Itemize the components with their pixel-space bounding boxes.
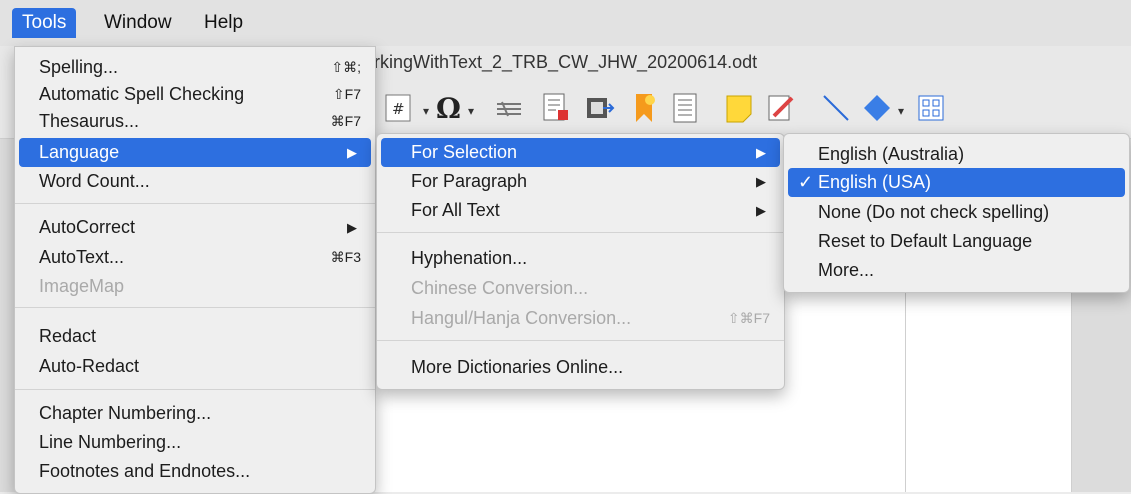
menu-item-for-all-text[interactable]: For All Text ▶: [381, 196, 780, 225]
menu-item-language[interactable]: Language ▶: [19, 138, 371, 167]
menu-item-label: More Dictionaries Online...: [411, 357, 624, 377]
menubar-tools[interactable]: Tools: [12, 8, 77, 38]
chevron-down-icon[interactable]: ▾: [468, 104, 474, 118]
menu-item-label: Line Numbering...: [39, 432, 182, 452]
menu-item-english-australia[interactable]: English (Australia): [788, 140, 1125, 169]
menu-item-english-usa[interactable]: ✓ English (USA): [788, 168, 1125, 197]
menu-item-label: None (Do not check spelling): [818, 202, 1050, 222]
menu-item-label: Thesaurus...: [39, 111, 140, 131]
menubar-help[interactable]: Help: [194, 8, 253, 38]
shortcut-label: ⇧⌘F7: [727, 310, 770, 326]
menu-item-auto-redact[interactable]: Auto-Redact: [19, 352, 371, 381]
menu-item-label: Word Count...: [39, 171, 150, 191]
document-title: rkingWithText_2_TRB_CW_JHW_20200614.odt: [374, 52, 758, 72]
menubar-window[interactable]: Window: [94, 8, 182, 38]
menu-item-automatic-spell-checking[interactable]: Automatic Spell Checking ⇧F7: [19, 80, 371, 109]
note-icon[interactable]: [724, 92, 754, 124]
menu-item-chapter-numbering[interactable]: Chapter Numbering...: [19, 399, 371, 428]
submenu-arrow-icon: ▶: [756, 174, 766, 189]
menu-separator: [15, 307, 375, 308]
for-selection-submenu: English (Australia) ✓ English (USA) None…: [783, 133, 1130, 293]
menu-item-hyphenation[interactable]: Hyphenation...: [381, 244, 780, 273]
menu-item-label: Auto-Redact: [39, 356, 140, 376]
menu-item-label: Spelling...: [39, 57, 119, 77]
menu-item-line-numbering[interactable]: Line Numbering...: [19, 428, 371, 457]
menu-item-chinese-conversion: Chinese Conversion...: [381, 274, 780, 303]
menu-item-reset-default-language[interactable]: Reset to Default Language: [788, 227, 1125, 256]
menu-item-label: AutoText...: [39, 247, 125, 267]
menu-item-autotext[interactable]: AutoText... ⌘F3: [19, 243, 371, 272]
menu-item-label: Redact: [39, 326, 97, 346]
wrap-icon[interactable]: [494, 92, 524, 124]
menu-item-autocorrect[interactable]: AutoCorrect ▶: [19, 213, 371, 242]
menu-item-for-paragraph[interactable]: For Paragraph ▶: [381, 167, 780, 196]
svg-text:Ω: Ω: [436, 92, 461, 124]
chevron-down-icon[interactable]: ▾: [898, 104, 904, 118]
submenu-arrow-icon: ▶: [347, 145, 357, 160]
menu-item-label: For Paragraph: [411, 171, 528, 191]
shortcut-label: ⌘F7: [330, 113, 361, 129]
tools-menu: Spelling... ⇧⌘; Automatic Spell Checking…: [14, 46, 376, 494]
export-icon[interactable]: [585, 92, 615, 124]
menu-item-label: Chinese Conversion...: [411, 278, 589, 298]
menu-item-label: Chapter Numbering...: [39, 403, 212, 423]
menu-item-spelling[interactable]: Spelling... ⇧⌘;: [19, 53, 371, 82]
submenu-arrow-icon: ▶: [756, 203, 766, 218]
menu-item-imagemap: ImageMap: [19, 272, 371, 301]
line-icon[interactable]: [820, 92, 850, 124]
menu-item-more[interactable]: More...: [788, 256, 1125, 285]
menu-item-label: Hangul/Hanja Conversion...: [411, 308, 632, 328]
shortcut-label: ⇧F7: [332, 86, 361, 102]
diamond-icon[interactable]: [862, 92, 892, 124]
chevron-down-icon[interactable]: ▾: [423, 104, 429, 118]
shortcut-label: ⌘F3: [330, 249, 361, 265]
checkmark-icon: ✓: [798, 172, 814, 192]
menu-item-label: AutoCorrect: [39, 217, 136, 237]
menu-item-word-count[interactable]: Word Count...: [19, 167, 371, 196]
menu-item-thesaurus[interactable]: Thesaurus... ⌘F7: [19, 107, 371, 136]
list-icon[interactable]: [670, 92, 700, 124]
language-submenu: For Selection ▶ For Paragraph ▶ For All …: [376, 133, 785, 390]
menu-item-for-selection[interactable]: For Selection ▶: [381, 138, 780, 167]
menu-item-label: For All Text: [411, 200, 500, 220]
hash-icon[interactable]: #: [383, 92, 413, 124]
submenu-arrow-icon: ▶: [347, 220, 357, 235]
menu-item-label: Footnotes and Endnotes...: [39, 461, 251, 481]
bookmark-icon[interactable]: [630, 92, 660, 124]
menu-item-hangul-hanja-conversion: Hangul/Hanja Conversion... ⇧⌘F7: [381, 304, 780, 333]
omega-icon[interactable]: Ω: [434, 92, 464, 125]
menu-item-label: More...: [818, 260, 875, 280]
menu-item-label: Language: [39, 142, 120, 162]
menu-item-label: For Selection: [411, 142, 518, 162]
menu-item-redact[interactable]: Redact: [19, 322, 371, 351]
menu-item-label: ImageMap: [39, 276, 125, 296]
menu-separator: [15, 389, 375, 390]
menu-bar: Tools Window Help: [0, 0, 1131, 47]
insert-doc-icon[interactable]: [540, 92, 570, 124]
menu-item-label: English (USA): [818, 172, 932, 192]
edit-icon[interactable]: [766, 92, 796, 124]
menu-item-label: English (Australia): [818, 144, 965, 164]
menu-item-label: Reset to Default Language: [818, 231, 1033, 251]
menu-item-none-do-not-check-spelling[interactable]: None (Do not check spelling): [788, 198, 1125, 227]
svg-text:#: #: [392, 100, 405, 118]
grid-icon[interactable]: [916, 92, 946, 124]
shortcut-label: ⇧⌘;: [331, 59, 361, 75]
menu-item-label: Automatic Spell Checking: [39, 84, 245, 104]
submenu-arrow-icon: ▶: [756, 145, 766, 160]
menu-separator: [377, 232, 784, 233]
menu-item-footnotes-endnotes[interactable]: Footnotes and Endnotes...: [19, 457, 371, 486]
menu-item-more-dictionaries-online[interactable]: More Dictionaries Online...: [381, 353, 780, 382]
menu-separator: [377, 340, 784, 341]
menu-item-label: Hyphenation...: [411, 248, 528, 268]
menu-separator: [15, 203, 375, 204]
